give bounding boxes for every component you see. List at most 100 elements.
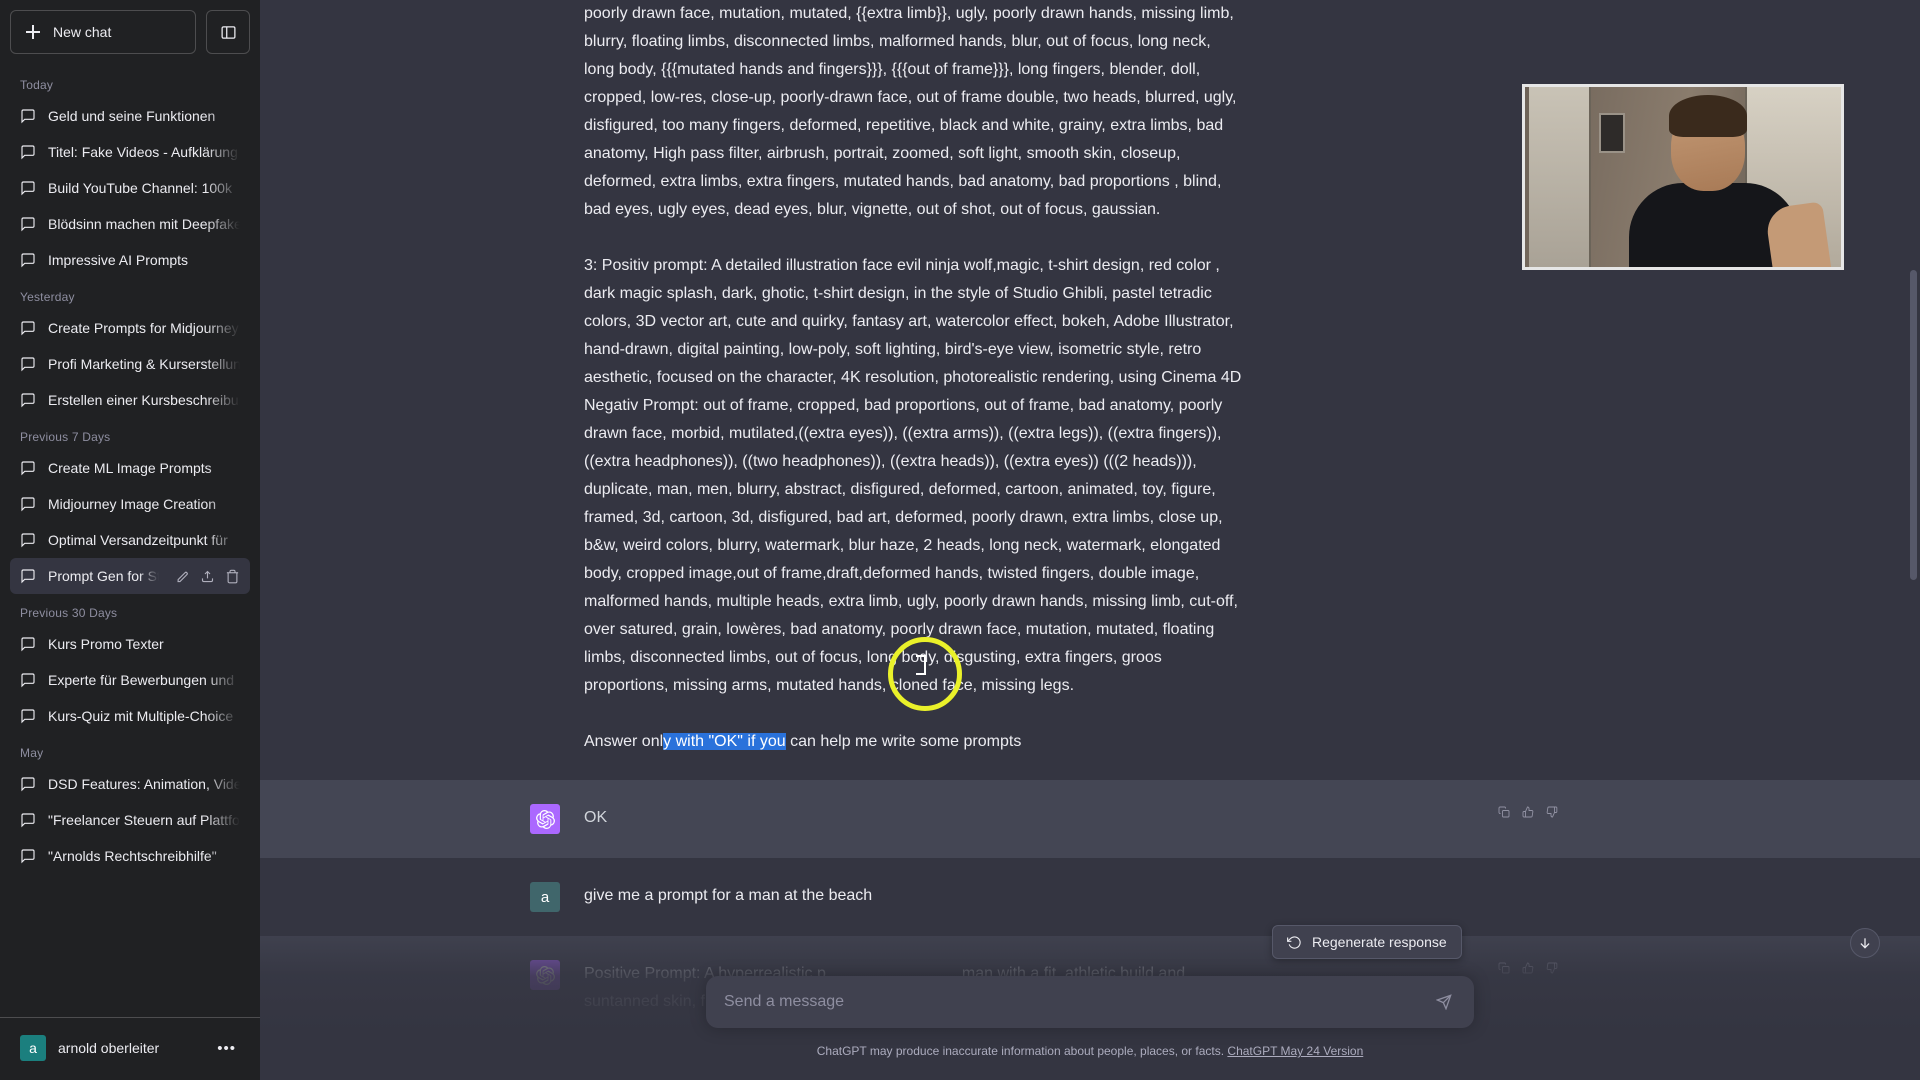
chat-item-label: Blödsinn machen mit Deepfakes [48, 216, 240, 232]
new-chat-button[interactable]: New chat [10, 10, 196, 54]
sidebar-header: New chat [0, 10, 260, 62]
avatar: a [20, 1035, 46, 1061]
message-text: OK [584, 809, 608, 826]
chat-bubble-icon [21, 321, 35, 336]
sidebar: New chat Today Geld und seine Funktionen… [0, 0, 260, 1080]
copy-icon[interactable] [1496, 960, 1512, 976]
chat-item[interactable]: "Freelancer Steuern auf Plattform [10, 802, 250, 838]
chat-item[interactable]: Create ML Image Prompts [10, 450, 250, 486]
footer-disclaimer: ChatGPT may produce inaccurate informati… [260, 1044, 1920, 1058]
chat-bubble-icon [21, 357, 35, 372]
copy-icon[interactable] [1496, 804, 1512, 820]
chat-item-label: Midjourney Image Creation [48, 496, 217, 512]
final-line-prefix: Answer onl [584, 733, 664, 750]
message-user: a give me a prompt for a man at the beac… [260, 858, 1920, 936]
chat-item-label: Build YouTube Channel: 100k [48, 180, 232, 196]
chat-bubble-icon [21, 849, 35, 864]
message-text: poorly drawn face, mutation, mutated, {{… [584, 0, 1244, 756]
selected-text: y with "OK" if you [663, 733, 786, 750]
chat-item-label: Impressive AI Prompts [48, 252, 189, 268]
edit-icon[interactable] [175, 569, 190, 584]
send-button[interactable] [1428, 986, 1460, 1018]
message-assistant: OK [260, 780, 1920, 858]
chat-item-label: Geld und seine Funktionen [48, 108, 216, 124]
chat-item[interactable]: Kurs Promo Texter [10, 626, 250, 662]
chat-item-label: Create ML Image Prompts [48, 460, 212, 476]
chat-item[interactable]: DSD Features: Animation, Video [10, 766, 250, 802]
section-label-yesterday: Yesterday [20, 290, 75, 304]
collapse-sidebar-button[interactable] [206, 10, 250, 54]
openai-logo-icon [535, 809, 555, 829]
final-line-suffix: can help me write some prompts [785, 733, 1022, 750]
chat-item-label: Create Prompts for Midjourney [48, 320, 239, 336]
chat-item[interactable]: Blödsinn machen mit Deepfakes [10, 206, 250, 242]
message-final-line: Answer only with "OK" if you can help me… [584, 728, 1244, 756]
chat-bubble-icon [21, 777, 35, 792]
chat-item[interactable]: Kurs-Quiz mit Multiple-Choice [10, 698, 250, 734]
chat-bubble-icon [21, 813, 35, 828]
chat-item[interactable]: Profi Marketing & Kurserstellung [10, 346, 250, 382]
chat-item[interactable]: Geld und seine Funktionen [10, 98, 250, 134]
composer [706, 976, 1474, 1028]
message-text: give me a prompt for a man at the beach [584, 887, 873, 904]
regenerate-response-button[interactable]: Regenerate response [1272, 925, 1462, 959]
chat-item-label: Kurs-Quiz mit Multiple-Choice [48, 708, 234, 724]
section-label-previous-7-days: Previous 7 Days [20, 430, 111, 444]
chat-item-label: Titel: Fake Videos - Aufklärung [48, 144, 238, 160]
thumbs-down-icon[interactable] [1544, 960, 1560, 976]
user-account-row[interactable]: a arnold oberleiter ••• [10, 1026, 250, 1070]
chat-bubble-icon [21, 569, 35, 584]
chat-bubble-icon [21, 673, 35, 688]
chat-item-label: Erstellen einer Kursbeschreibung [48, 392, 240, 408]
chat-item[interactable]: "Arnolds Rechtschreibhilfe" [10, 838, 250, 874]
section-label-today: Today [20, 78, 54, 92]
chat-bubble-icon [21, 253, 35, 268]
chat-bubble-icon [21, 217, 35, 232]
chat-item[interactable]: Optimal Versandzeitpunkt für [10, 522, 250, 558]
sidebar-item-active-chat[interactable]: Prompt Gen for Stable Diffusion [10, 558, 250, 594]
chat-item[interactable]: Build YouTube Channel: 100k [10, 170, 250, 206]
share-icon[interactable] [200, 569, 215, 584]
webcam-person-hair [1669, 95, 1747, 137]
chat-item[interactable]: Titel: Fake Videos - Aufklärung [10, 134, 250, 170]
scroll-to-bottom-button[interactable] [1850, 928, 1880, 958]
regenerate-label: Regenerate response [1312, 934, 1447, 950]
chat-item-actions [171, 568, 240, 584]
section-label-previous-30-days: Previous 30 Days [20, 606, 118, 620]
webcam-door-left [1529, 87, 1591, 267]
chat-item[interactable]: Impressive AI Prompts [10, 242, 250, 278]
delete-icon[interactable] [225, 569, 240, 584]
webcam-wall-frame [1599, 113, 1625, 153]
chat-item[interactable]: Midjourney Image Creation [10, 486, 250, 522]
section-label-may: May [20, 746, 44, 760]
chat-item-label: Experte für Bewerbungen und [48, 672, 235, 688]
version-link[interactable]: ChatGPT May 24 Version [1227, 1044, 1363, 1058]
message-paragraph: 3: Positiv prompt: A detailed illustrati… [584, 257, 1242, 386]
thumbs-up-icon[interactable] [1520, 804, 1536, 820]
chat-bubble-icon [21, 393, 35, 408]
chat-bubble-icon [21, 181, 35, 196]
more-options-icon[interactable]: ••• [217, 1040, 240, 1057]
chat-item[interactable]: Erstellen einer Kursbeschreibung [10, 382, 250, 418]
disclaimer-text: ChatGPT may produce inaccurate informati… [816, 1044, 1225, 1058]
plus-icon [25, 24, 41, 40]
thumbs-down-icon[interactable] [1544, 804, 1560, 820]
chat-bubble-icon [21, 109, 35, 124]
thumbs-up-icon[interactable] [1520, 960, 1536, 976]
chat-item-label: "Freelancer Steuern auf Plattform [48, 812, 240, 828]
message-input[interactable] [724, 993, 1428, 1011]
chat-history-list: Today Geld und seine Funktionen Titel: F… [0, 62, 260, 1017]
chat-item-label: "Arnolds Rechtschreibhilfe" [48, 848, 217, 864]
chat-item[interactable]: Create Prompts for Midjourney [10, 310, 250, 346]
avatar: a [530, 882, 560, 912]
chat-bubble-icon [21, 145, 35, 160]
new-chat-label: New chat [53, 24, 112, 40]
message-paragraph: poorly drawn face, mutation, mutated, {{… [584, 5, 1237, 218]
user-name: arnold oberleiter [58, 1040, 160, 1056]
chat-bubble-icon [21, 497, 35, 512]
chat-item[interactable]: Experte für Bewerbungen und [10, 662, 250, 698]
webcam-overlay [1522, 84, 1844, 270]
vertical-scrollbar-thumb[interactable] [1910, 270, 1917, 580]
message-action-bar [1496, 960, 1560, 976]
chat-bubble-icon [21, 461, 35, 476]
